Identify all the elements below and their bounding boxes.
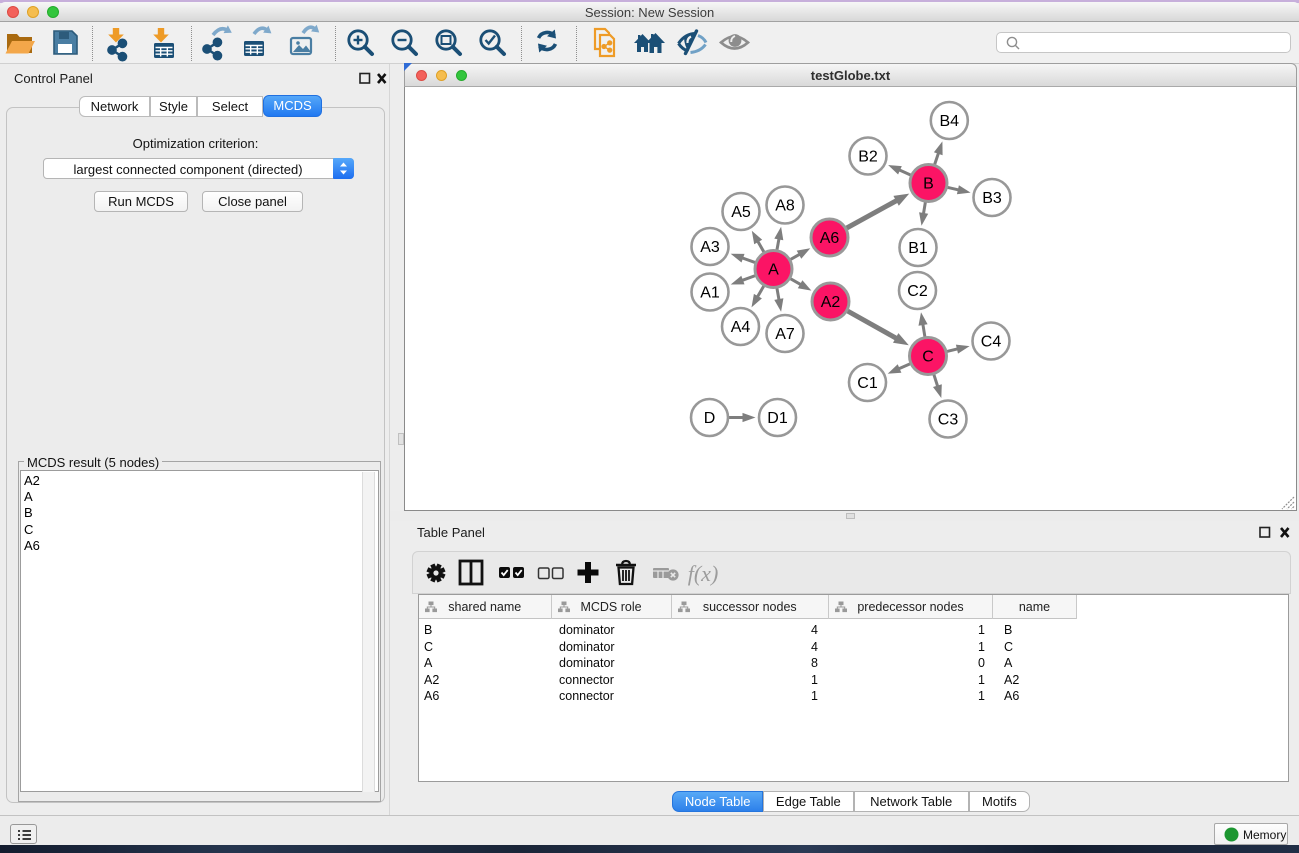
- svg-text:C1: C1: [857, 375, 878, 392]
- svg-text:B: B: [923, 176, 934, 193]
- svg-text:B2: B2: [858, 149, 878, 166]
- svg-text:A1: A1: [700, 285, 720, 302]
- svg-text:A3: A3: [700, 239, 720, 256]
- svg-text:A7: A7: [775, 326, 795, 343]
- svg-text:C2: C2: [907, 283, 928, 300]
- svg-text:A8: A8: [775, 198, 795, 215]
- svg-text:C4: C4: [981, 334, 1002, 351]
- svg-text:f(x): f(x): [688, 561, 719, 586]
- svg-text:A: A: [768, 262, 779, 279]
- svg-text:B3: B3: [982, 190, 1002, 207]
- svg-text:C: C: [922, 349, 934, 366]
- svg-text:A4: A4: [731, 319, 751, 336]
- svg-text:A2: A2: [821, 294, 841, 311]
- svg-text:D1: D1: [767, 410, 788, 427]
- svg-text:C3: C3: [938, 412, 959, 429]
- svg-text:D: D: [704, 410, 716, 427]
- svg-text:A5: A5: [731, 204, 751, 221]
- svg-text:B4: B4: [940, 113, 960, 130]
- svg-text:B1: B1: [908, 240, 928, 257]
- svg-text:A6: A6: [820, 230, 840, 247]
